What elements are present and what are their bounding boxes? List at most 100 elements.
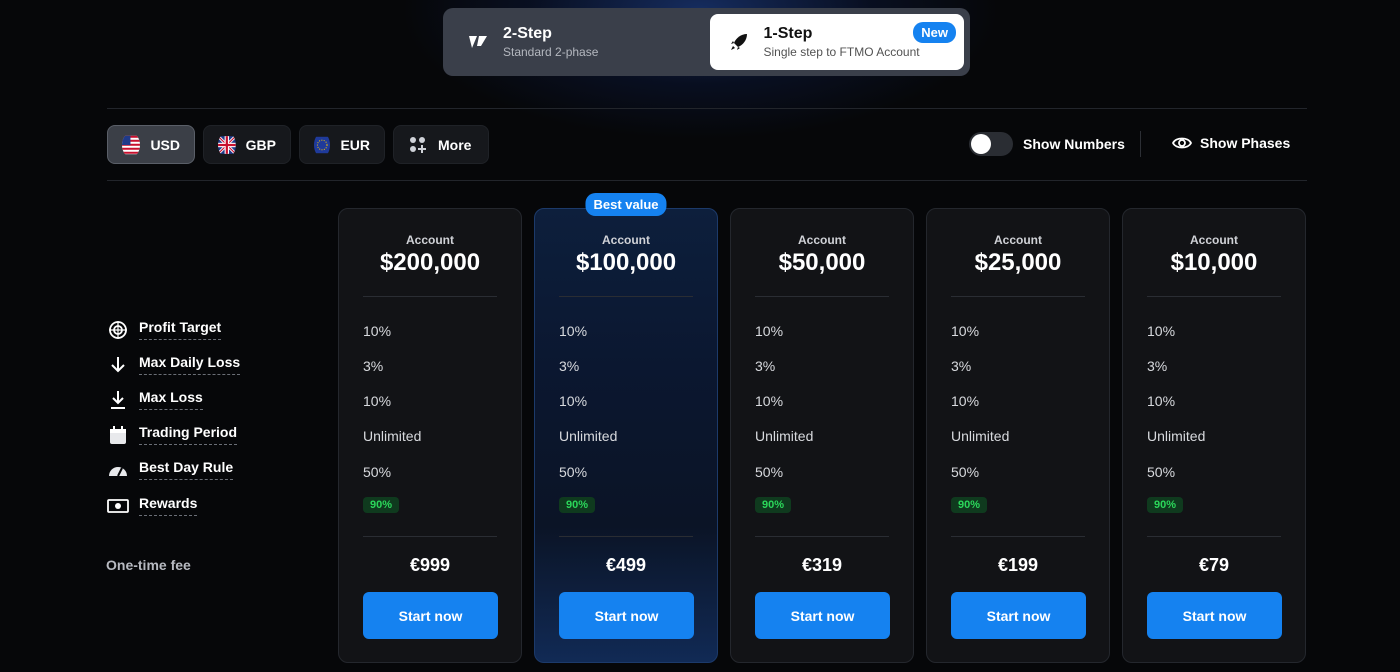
plan-price: €319 (801, 555, 843, 575)
max-daily-loss-value: 3% (951, 358, 972, 374)
card-divider (1147, 296, 1281, 297)
show-phases-button[interactable]: Show Phases (1172, 133, 1290, 153)
max-daily-loss-value: 3% (363, 358, 384, 374)
max-loss-value: 10% (755, 393, 784, 409)
rewards-value: 90% (951, 497, 988, 513)
currency-gbp-button[interactable]: GBP (203, 125, 291, 164)
challenge-type-switcher: 2-Step Standard 2-phase 1-Step Single st… (443, 8, 970, 76)
rocket-icon (728, 31, 750, 53)
row-label-best-day-rule: Best Day Rule (107, 459, 234, 481)
max-daily-loss-value: 3% (755, 358, 776, 374)
two-step-title: 2-Step (503, 25, 552, 42)
card-divider (951, 536, 1085, 537)
start-now-button[interactable]: Start now (951, 592, 1086, 639)
plan-card-50000: Account $50,000 10% 3% 10% Unlimited 50%… (730, 208, 914, 663)
card-divider (951, 296, 1085, 297)
trading-period-value: Unlimited (951, 428, 1010, 444)
plan-price: €199 (997, 555, 1039, 575)
arrow-down-icon (107, 354, 129, 376)
rewards-value: 90% (755, 497, 792, 513)
currency-eur-label: EUR (340, 136, 370, 153)
row-label-rewards: Rewards (107, 495, 198, 517)
target-icon (107, 319, 129, 341)
row-label-max-daily-loss: Max Daily Loss (107, 354, 241, 376)
best-day-rule-value: 50% (363, 464, 392, 480)
new-badge: New (913, 22, 956, 43)
account-amount: $200,000 (379, 249, 481, 276)
plan-price: €79 (1198, 555, 1230, 575)
more-grid-icon (410, 136, 426, 153)
card-divider (755, 296, 889, 297)
one-step-option[interactable]: 1-Step Single step to FTMO Account New (709, 14, 964, 70)
card-divider (1147, 536, 1281, 537)
currency-selector: USD GBP EUR More (107, 125, 489, 164)
card-divider (755, 536, 889, 537)
start-now-button[interactable]: Start now (559, 592, 694, 639)
account-label: Account (602, 233, 650, 247)
account-label: Account (406, 233, 454, 247)
profit-target-label[interactable]: Profit Target (139, 319, 222, 340)
eye-icon (1172, 137, 1192, 149)
show-phases-label: Show Phases (1200, 135, 1291, 151)
best-day-rule-value: 50% (1147, 464, 1176, 480)
account-label: Account (798, 233, 846, 247)
best-day-rule-label[interactable]: Best Day Rule (139, 459, 234, 480)
currency-more-button[interactable]: More (393, 125, 489, 164)
trading-period-value: Unlimited (1147, 428, 1206, 444)
profit-target-value: 10% (1147, 323, 1176, 339)
currency-usd-label: USD (150, 136, 180, 153)
money-bill-icon (107, 495, 129, 517)
divider-controls (107, 180, 1307, 181)
start-now-button[interactable]: Start now (1147, 592, 1282, 639)
rewards-label[interactable]: Rewards (139, 495, 198, 516)
best-day-rule-value: 50% (559, 464, 588, 480)
max-daily-loss-label[interactable]: Max Daily Loss (139, 354, 241, 375)
two-step-option[interactable]: 2-Step Standard 2-phase (449, 14, 704, 70)
best-value-badge: Best value (585, 193, 667, 216)
currency-more-label: More (438, 136, 472, 153)
profit-target-value: 10% (363, 323, 392, 339)
max-loss-value: 10% (559, 393, 588, 409)
plan-card-10000: Account $10,000 10% 3% 10% Unlimited 50%… (1122, 208, 1306, 663)
trading-period-label[interactable]: Trading Period (139, 424, 238, 445)
card-divider (363, 296, 497, 297)
max-loss-value: 10% (1147, 393, 1176, 409)
trading-period-value: Unlimited (559, 428, 618, 444)
us-flag-icon (122, 135, 141, 154)
one-time-fee-label: One-time fee (106, 557, 191, 573)
max-loss-value: 10% (363, 393, 392, 409)
one-step-title: 1-Step (763, 25, 813, 42)
show-numbers-toggle[interactable] (969, 132, 1013, 156)
calendar-icon (107, 424, 129, 446)
divider-top (107, 108, 1307, 109)
currency-usd-button[interactable]: USD (107, 125, 195, 164)
max-daily-loss-value: 3% (1147, 358, 1168, 374)
plan-card-25000: Account $25,000 10% 3% 10% Unlimited 50%… (926, 208, 1110, 663)
best-day-rule-value: 50% (755, 464, 784, 480)
start-now-button[interactable]: Start now (755, 592, 890, 639)
profit-target-value: 10% (755, 323, 784, 339)
currency-eur-button[interactable]: EUR (299, 125, 385, 164)
rewards-value: 90% (363, 497, 400, 513)
account-label: Account (994, 233, 1042, 247)
speedometer-icon (107, 459, 129, 481)
trading-period-value: Unlimited (755, 428, 814, 444)
start-now-button[interactable]: Start now (363, 592, 498, 639)
plan-price: €999 (409, 555, 451, 575)
profit-target-value: 10% (559, 323, 588, 339)
account-amount: $25,000 (974, 249, 1062, 276)
plan-card-200000: Account $200,000 10% 3% 10% Unlimited 50… (338, 208, 522, 663)
best-day-rule-value: 50% (951, 464, 980, 480)
one-step-subtitle: Single step to FTMO Account (763, 45, 920, 59)
currency-gbp-label: GBP (245, 136, 276, 153)
account-amount: $50,000 (778, 249, 866, 276)
plan-card-100000: Best value Account $100,000 10% 3% 10% U… (534, 193, 718, 663)
account-amount: $10,000 (1170, 249, 1258, 276)
max-loss-label[interactable]: Max Loss (139, 389, 203, 410)
row-label-max-loss: Max Loss (107, 389, 203, 411)
account-label: Account (1190, 233, 1238, 247)
account-amount: $100,000 (575, 249, 677, 276)
card-divider (559, 296, 693, 297)
profit-target-value: 10% (951, 323, 980, 339)
row-label-trading-period: Trading Period (107, 424, 238, 446)
